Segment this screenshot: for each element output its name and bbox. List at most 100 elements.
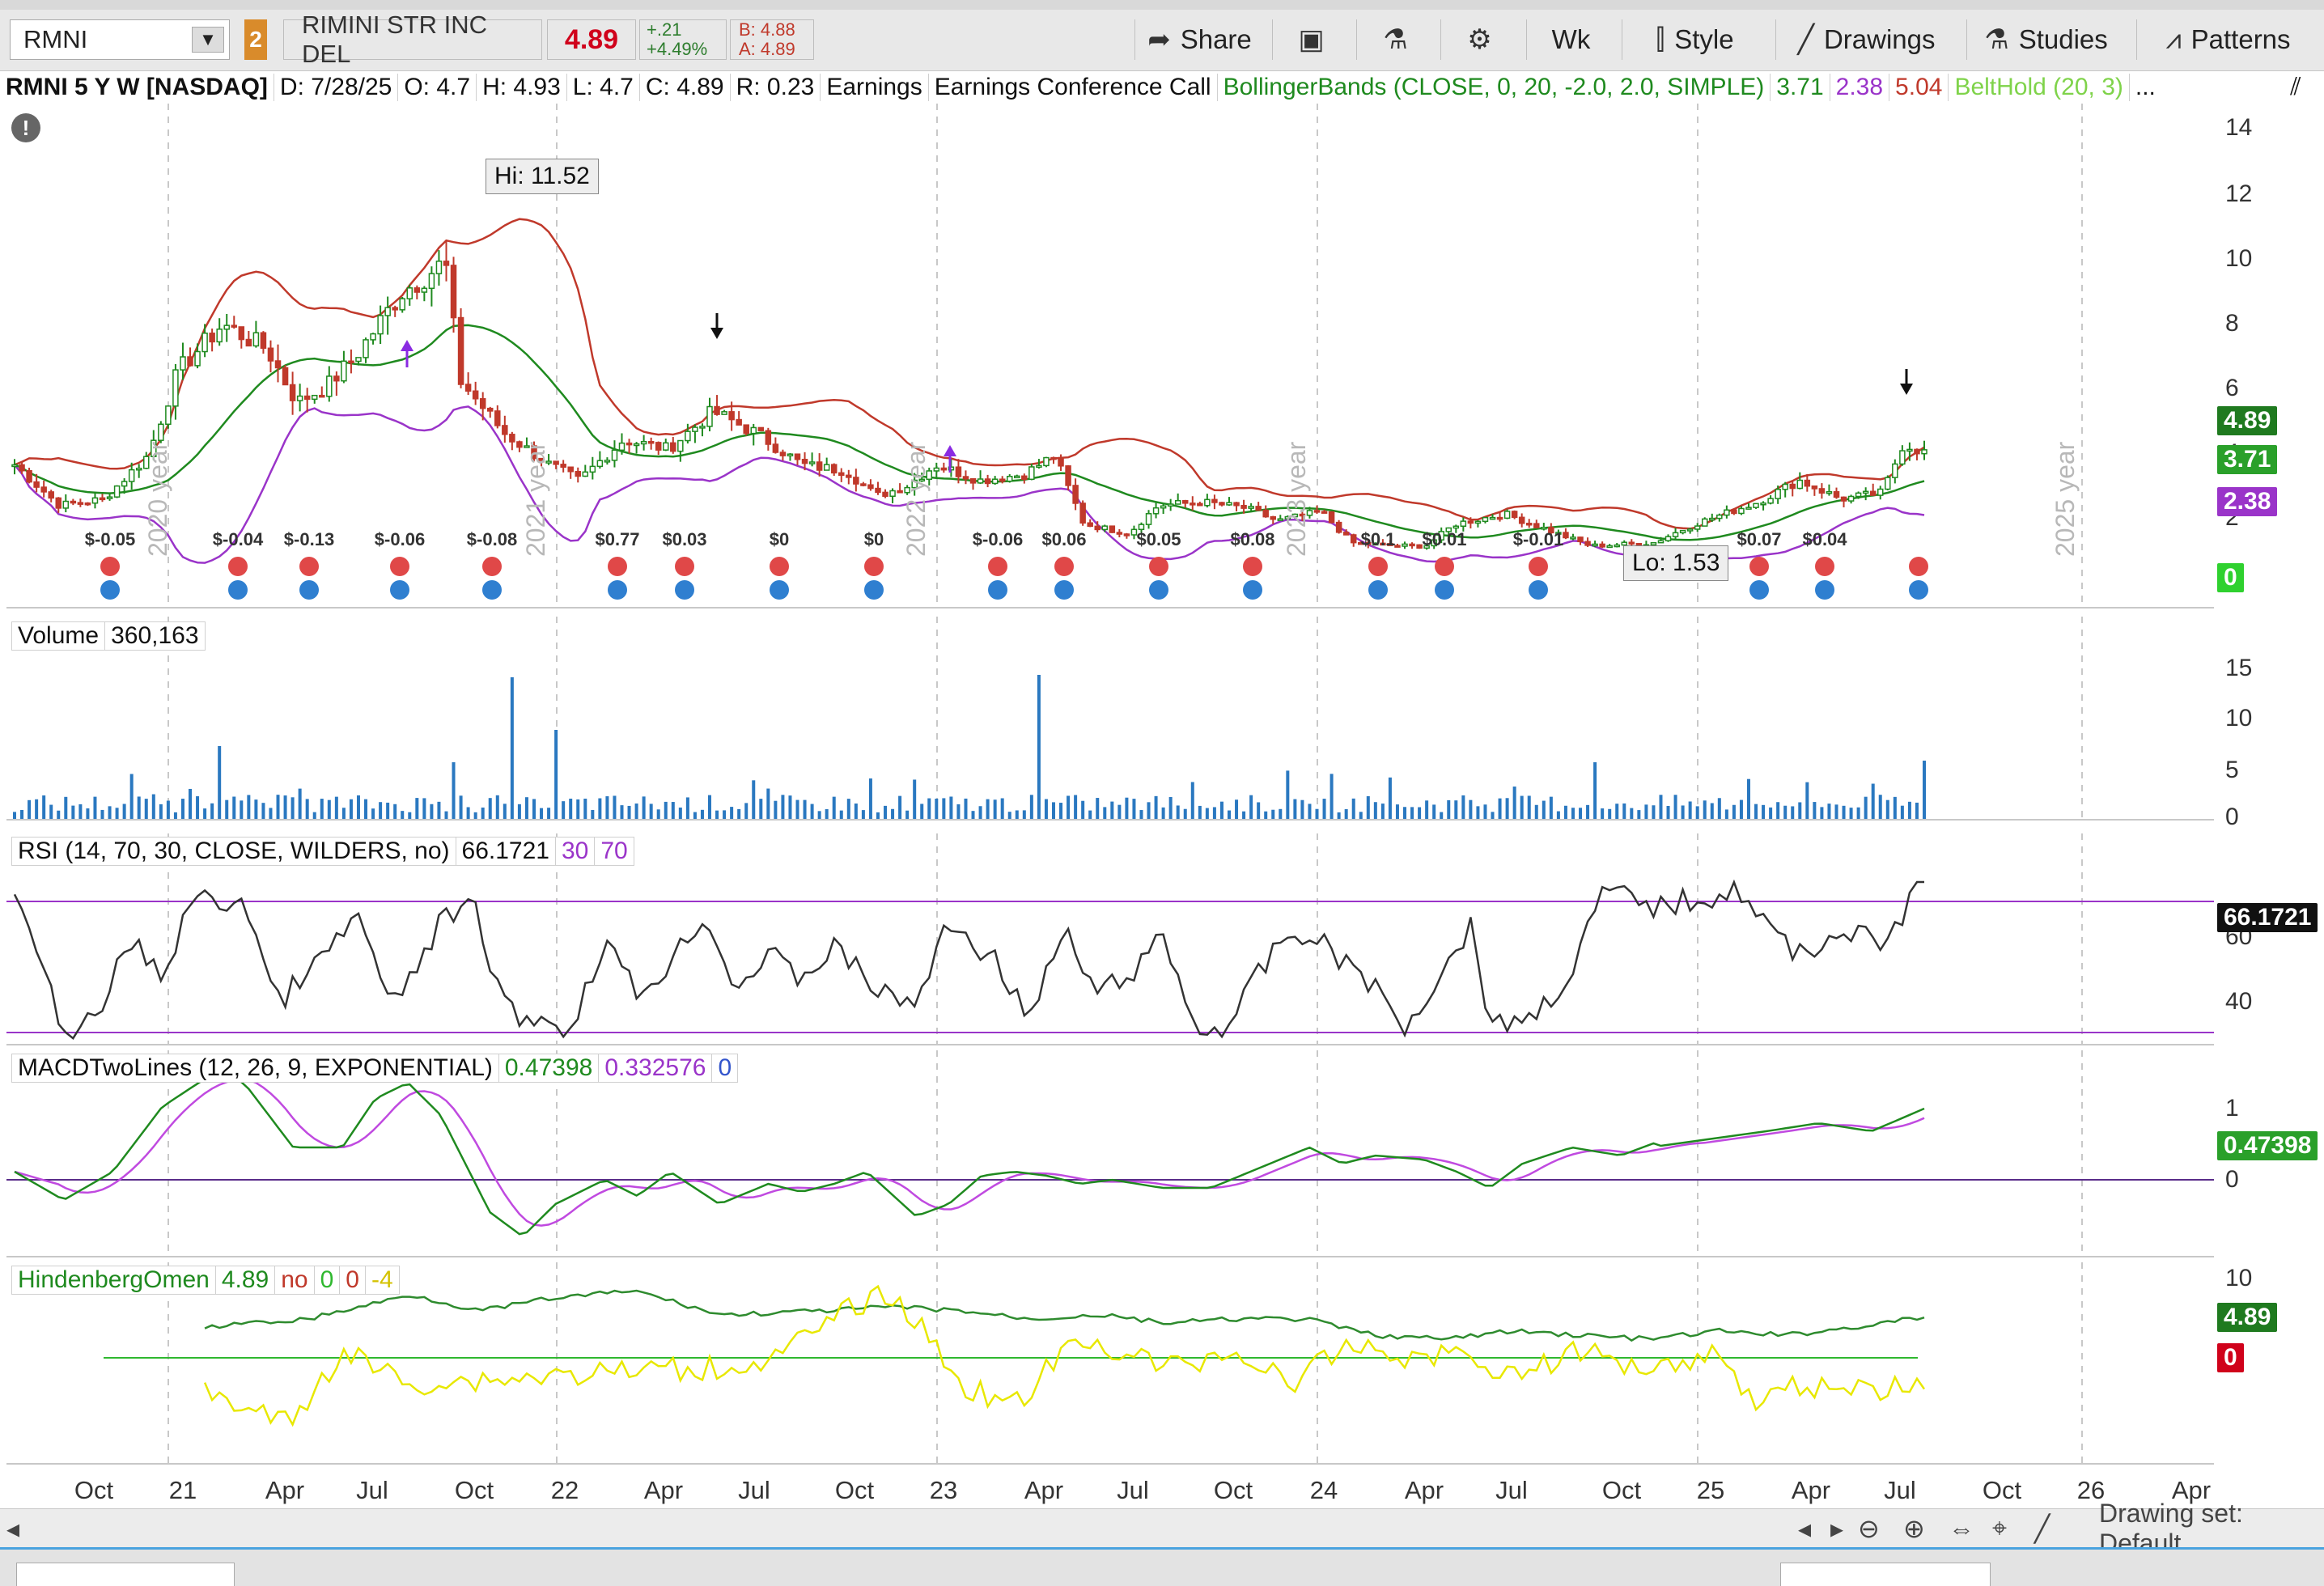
axis-tick: 40 (2225, 988, 2253, 1015)
rsi-pane[interactable]: RSI (14, 70, 30, CLOSE, WILDERS, no) 66.… (6, 833, 2214, 1045)
next-symbol-box-2[interactable] (1780, 1563, 1991, 1586)
volume-bar (1154, 795, 1158, 819)
volume-bar (1029, 795, 1033, 819)
pan-left-icon[interactable]: ◂ (1798, 1514, 1811, 1543)
volume-chart (13, 617, 2083, 821)
volume-bar (1264, 811, 1268, 819)
chart-settings-icon: ▣ (1298, 24, 1325, 55)
patterns-button[interactable]: ⩘ Patterns (2136, 19, 2319, 60)
drawing-tool-icon[interactable]: ╱ (2034, 1514, 2050, 1543)
zoom-in-icon[interactable]: ⊕ (1903, 1514, 1925, 1543)
price-pane[interactable]: ! 2020 year 2021 year 2022 year 2023 year 20… (6, 104, 2214, 609)
drawing-set[interactable]: Drawing set: Default (2099, 1499, 2324, 1558)
volume-bar (1380, 804, 1385, 819)
crosshair-icon[interactable]: ⌖ (1992, 1513, 2007, 1543)
time-axis-label: Jul (1495, 1476, 1528, 1504)
earnings-study[interactable]: Earnings (821, 74, 929, 101)
time-axis-label: Oct (1982, 1476, 2022, 1504)
volume-bar (247, 795, 251, 819)
flask-button[interactable]: ⚗ (1356, 19, 1434, 60)
volume-bar (481, 807, 485, 819)
more-studies[interactable]: ... (2130, 74, 2161, 101)
volume-bar (605, 796, 609, 819)
volume-bar (1059, 803, 1063, 819)
volume-pane[interactable]: Volume 360,163 (6, 617, 2214, 821)
symbol-dropdown-icon[interactable]: ▼ (192, 27, 224, 53)
axis-tick: 10 (2225, 245, 2253, 272)
bollinger-study[interactable]: BollingerBands (CLOSE, 0, 20, -2.0, 2.0,… (1218, 74, 1771, 101)
earnings-call-study[interactable]: Earnings Conference Call (929, 74, 1218, 101)
rsi-os: 70 (594, 837, 634, 866)
volume-bar (129, 774, 134, 819)
pan-right-icon[interactable]: ▸ (1830, 1514, 1843, 1543)
volume-bar (744, 803, 749, 819)
time-axis-label: Oct (1213, 1476, 1253, 1504)
hind-signal: no (274, 1266, 315, 1295)
drawings-label: Drawings (1823, 24, 1936, 54)
volume-bar (1000, 798, 1004, 819)
candles-icon: ⫿ (1656, 23, 1665, 55)
volume-bar (1893, 796, 1897, 819)
volume-bar (100, 809, 104, 819)
volume-bar (517, 804, 521, 819)
volume-bar (759, 799, 763, 819)
hindenburg-pane[interactable]: HindenbergOmen 4.89 no 0 0 -4 (6, 1262, 2214, 1465)
scroll-left-icon[interactable]: ◂ (6, 1514, 19, 1543)
macd-pane[interactable]: MACDTwoLines (12, 26, 9, EXPONENTIAL) 0.… (6, 1050, 2214, 1257)
time-axis-label: Jul (1884, 1476, 1916, 1504)
next-symbol-box[interactable] (16, 1563, 235, 1586)
volume-bar (598, 798, 602, 819)
volume-bar (93, 796, 97, 819)
drawings-button[interactable]: ╱ Drawings (1775, 19, 1957, 60)
volume-bar (1418, 807, 1422, 819)
style-button[interactable]: ⫿ Style (1622, 19, 1767, 60)
volume-bar (1183, 808, 1187, 819)
volume-bar (898, 795, 902, 819)
bar-open: O: 4.7 (398, 74, 477, 101)
volume-bar (1878, 795, 1882, 819)
rsi-label: RSI (14, 70, 30, CLOSE, WILDERS, no) (11, 837, 456, 866)
volume-bar (1454, 800, 1458, 819)
volume-bar (1498, 798, 1502, 819)
studies-button[interactable]: ⚗ Studies (1966, 19, 2125, 60)
symbol-input[interactable]: RMNI ▼ (10, 19, 230, 60)
axis-tick: 10 (2225, 1265, 2253, 1291)
title-strip (0, 0, 2324, 10)
volume-bar (825, 808, 829, 819)
macd-label: MACDTwoLines (12, 26, 9, EXPONENTIAL) (11, 1054, 499, 1083)
volume-bar (766, 788, 770, 819)
volume-bar (540, 808, 544, 819)
hind-v3: 0 (339, 1266, 366, 1295)
volume-bar (334, 796, 338, 819)
hind-axis: 10 4.89 0 (2214, 1262, 2324, 1465)
volume-bar (1168, 796, 1173, 819)
zoom-out-icon[interactable]: ⊖ (1858, 1514, 1880, 1543)
belthold-study[interactable]: BeltHold (20, 3) (1949, 74, 2130, 101)
volume-bar (437, 801, 441, 819)
period-button[interactable]: Wk (1526, 19, 1615, 60)
fit-icon[interactable]: ⇔ (1949, 1514, 1974, 1543)
link-badge[interactable]: 2 (244, 19, 267, 60)
macd-line (14, 1073, 1925, 1236)
time-axis-label: Apr (1024, 1476, 1064, 1504)
bb-up-value: 5.04 (1889, 74, 1949, 101)
volume-bar (927, 798, 931, 819)
quick-chart-button[interactable]: ▣ (1272, 19, 1350, 60)
volume-bar (1542, 800, 1546, 819)
hind-label-group: HindenbergOmen 4.89 no 0 0 -4 (11, 1264, 400, 1296)
volume-bar (356, 795, 360, 819)
alert-icon[interactable]: ! (11, 113, 40, 142)
volume-bar (1015, 810, 1019, 819)
volume-bar (1688, 801, 1692, 819)
volume-bar (1125, 797, 1129, 819)
volume-bar (144, 799, 148, 819)
low-label: Lo: 1.53 (1623, 545, 1729, 581)
volume-bar (1630, 808, 1634, 819)
volume-bar (1923, 761, 1926, 819)
volume-bar (693, 812, 697, 819)
settings-button[interactable]: ⚙ (1440, 19, 1518, 60)
expand-chart-icon[interactable]: ⫽ (2274, 71, 2318, 104)
share-button[interactable]: ➦ Share (1134, 19, 1264, 60)
studies-label: Studies (2018, 24, 2108, 54)
volume-bar (913, 779, 917, 819)
